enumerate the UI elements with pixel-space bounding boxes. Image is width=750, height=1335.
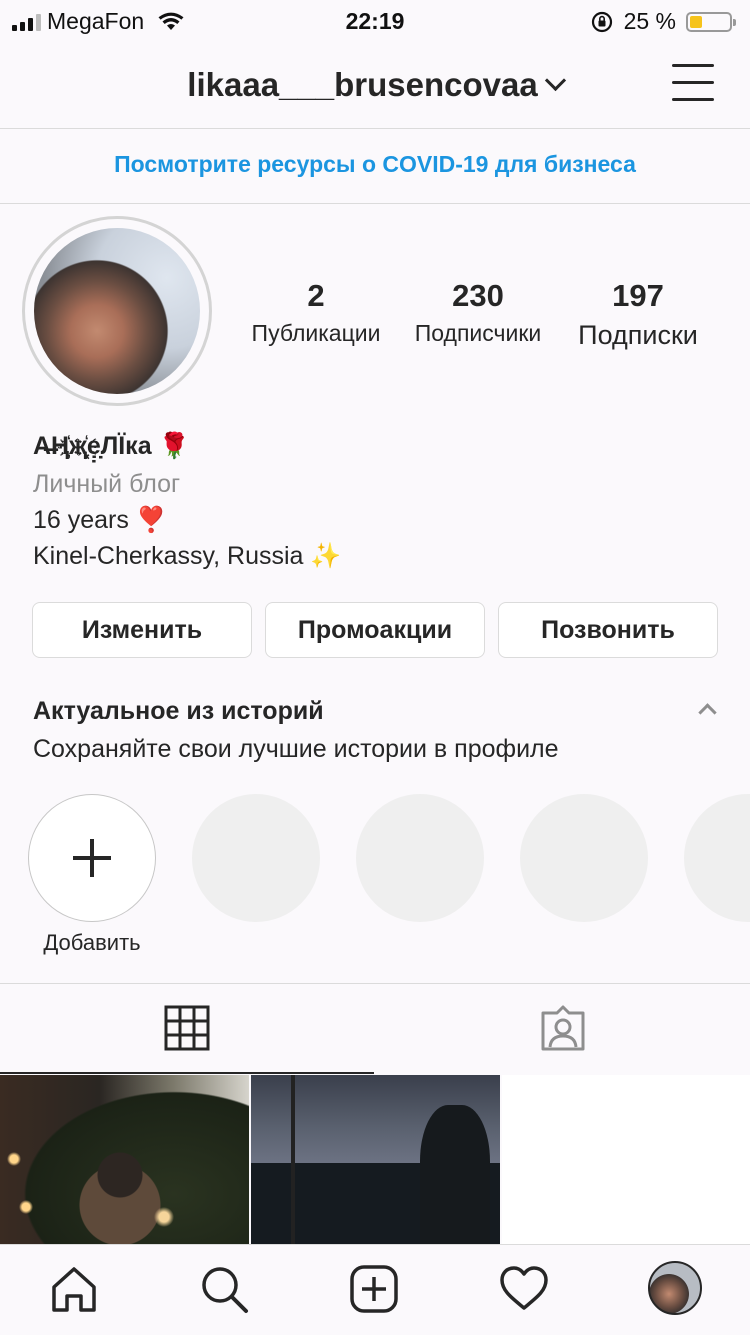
post-thumbnail[interactable] — [251, 1075, 500, 1245]
posts-grid — [0, 1075, 750, 1245]
highlight-placeholder — [684, 794, 750, 922]
profile-tab-avatar[interactable] — [648, 1261, 702, 1315]
bio-line: 16 years ❣️ — [33, 506, 167, 534]
stat-followers-value: 230 — [452, 278, 504, 313]
username-switcher[interactable]: likaaa___brusencovaa — [0, 66, 750, 104]
bio-line: Kinel-Cherkassy, Russia ✨ — [33, 542, 342, 570]
empty-grid-cell — [502, 1075, 750, 1245]
promotions-button[interactable]: Промоакции — [265, 602, 485, 658]
profile-actions: Изменить Промоакции Позвонить — [32, 602, 718, 660]
covid-resources-link[interactable]: Посмотрите ресурсы о COVID-19 для бизнес… — [0, 129, 750, 204]
highlight-placeholder — [356, 794, 484, 922]
new-post-icon[interactable] — [348, 1263, 400, 1315]
post-thumbnail[interactable] — [0, 1075, 249, 1245]
chevron-up-icon[interactable] — [698, 703, 717, 722]
home-icon[interactable] — [48, 1263, 100, 1315]
grid-icon — [164, 1005, 210, 1051]
status-bar: MegaFon 22:19 25 % — [0, 0, 750, 42]
username-label: likaaa___brusencovaa — [187, 66, 538, 103]
battery-percent: 25 % — [623, 8, 676, 34]
stat-followers[interactable]: 230 Подписчики — [402, 278, 554, 347]
stat-posts[interactable]: 2 Публикации — [240, 278, 392, 347]
plus-icon — [73, 839, 111, 877]
profile-tabs — [0, 983, 750, 1074]
orientation-lock-icon — [591, 11, 612, 32]
profile-category: Личный блог — [33, 470, 181, 498]
stat-posts-value: 2 — [307, 278, 325, 313]
profile-header: likaaa___brusencovaa — [0, 42, 750, 129]
tagged-icon — [541, 1005, 585, 1051]
add-highlight-label: Добавить — [43, 930, 141, 955]
call-button[interactable]: Позвонить — [498, 602, 718, 658]
heart-icon[interactable] — [498, 1263, 550, 1315]
battery-icon — [686, 11, 736, 32]
highlight-placeholder — [520, 794, 648, 922]
tab-grid[interactable] — [0, 984, 374, 1074]
highlights-subtitle: Сохраняйте свои лучшие истории в профиле — [33, 735, 559, 763]
stat-following-value: 197 — [612, 278, 664, 313]
chevron-down-icon — [544, 69, 566, 92]
profile-avatar[interactable] — [34, 228, 200, 394]
stat-posts-label: Публикации — [251, 320, 381, 346]
menu-icon[interactable] — [672, 64, 714, 102]
bottom-nav — [0, 1244, 750, 1335]
highlights-title: Актуальное из историй — [33, 697, 324, 725]
display-name: A̶Ң҉җ͓҉ẹ̣̣̣ЛЇка 🌹 — [33, 432, 190, 460]
stat-following[interactable]: 197 Подписки — [562, 278, 714, 351]
tab-tagged[interactable] — [376, 984, 750, 1072]
search-icon[interactable] — [198, 1263, 250, 1315]
edit-profile-button[interactable]: Изменить — [32, 602, 252, 658]
stat-followers-label: Подписчики — [414, 320, 542, 346]
highlight-placeholder — [192, 794, 320, 922]
profile-stats: 2 Публикации 230 Подписчики 197 Подписки — [240, 278, 720, 358]
status-right: 25 % — [590, 8, 736, 35]
stat-following-label: Подписки — [578, 320, 698, 350]
add-highlight-button[interactable] — [28, 794, 156, 922]
profile-bio: A̶Ң҉җ͓҉ẹ̣̣̣ЛЇка 🌹 Личный блог 16 years ❣… — [33, 432, 733, 574]
